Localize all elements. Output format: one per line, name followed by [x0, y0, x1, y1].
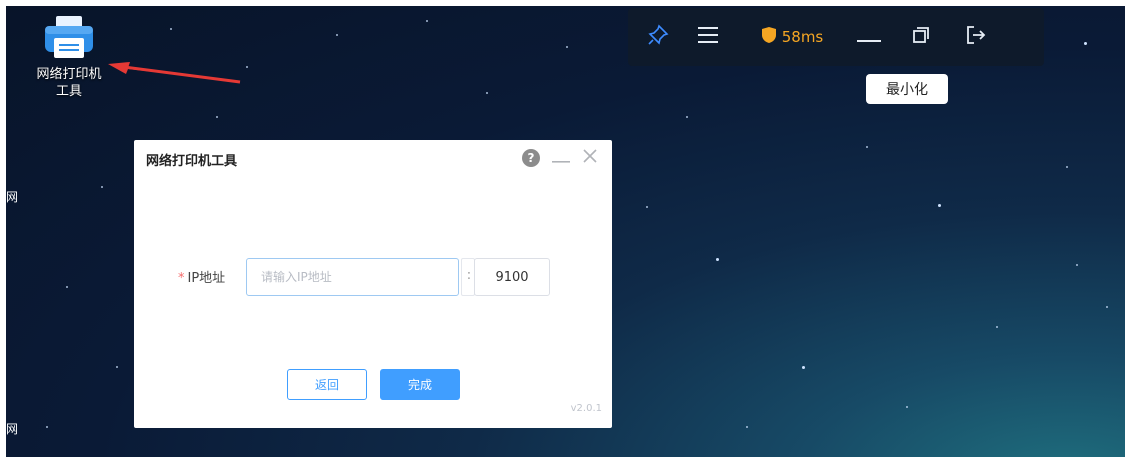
edge-label: 网 [6, 422, 19, 436]
star [646, 206, 648, 208]
star [216, 116, 218, 118]
desktop-icon-label-line1: 网络打印机 [36, 67, 102, 82]
star [1076, 264, 1078, 266]
ip-address-label-text: IP地址 [187, 271, 226, 286]
star [686, 116, 688, 118]
dialog-title: 网络打印机工具 [146, 154, 238, 169]
star [746, 426, 748, 428]
menu-icon [698, 26, 718, 48]
colon-separator: : [466, 268, 472, 283]
desktop-icon-label-line2: 工具 [55, 84, 82, 99]
ip-address-label: * IP地址 [178, 267, 225, 286]
star [46, 426, 48, 428]
version-label: v2.0.1 [570, 403, 602, 414]
pin-icon [647, 24, 669, 50]
star [116, 366, 118, 368]
star [426, 20, 428, 22]
pin-button[interactable] [646, 8, 670, 66]
star [170, 28, 172, 30]
desktop-icon-printer-tool[interactable]: 网络打印机 工具 [24, 14, 114, 100]
minimize-button[interactable] [854, 8, 884, 66]
dialog-controls: ? [522, 148, 598, 168]
printer-tool-dialog: 网络打印机工具 ? *IP地址 : 返回 完成 v2.0.1 [134, 140, 612, 428]
ip-address-input[interactable] [246, 258, 459, 296]
port-input[interactable] [474, 258, 550, 296]
star [716, 258, 719, 261]
minimize-icon [857, 28, 881, 47]
desktop-icon-label: 网络打印机 工具 [24, 66, 114, 100]
star [336, 34, 338, 36]
printer-icon [43, 14, 95, 62]
star [101, 186, 103, 188]
restore-icon [912, 26, 930, 48]
back-button[interactable]: 返回 [287, 369, 367, 400]
close-icon[interactable] [582, 148, 598, 168]
star [1106, 306, 1108, 308]
ping-value: 58ms [781, 28, 824, 46]
ping-indicator[interactable]: 58ms [752, 8, 832, 66]
exit-icon [965, 25, 987, 49]
star [996, 326, 998, 328]
edge-label: 网 [6, 190, 19, 204]
menu-button[interactable] [696, 8, 720, 66]
star [1084, 42, 1087, 45]
shield-icon [761, 26, 777, 48]
star [486, 92, 488, 94]
red-arrow-annotation [108, 62, 241, 84]
star [802, 366, 805, 369]
minimize-icon[interactable] [552, 149, 570, 168]
ip-address-row: *IP地址 : [134, 256, 612, 296]
remote-toolbar: 58ms [628, 8, 1044, 66]
done-button[interactable]: 完成 [380, 369, 460, 400]
star [1066, 166, 1068, 168]
help-icon[interactable]: ? [522, 149, 540, 167]
star [66, 286, 68, 288]
exit-button[interactable] [964, 8, 988, 66]
star [566, 46, 568, 48]
restore-button[interactable] [910, 8, 932, 66]
star [866, 146, 868, 148]
star [938, 204, 941, 207]
star [906, 406, 908, 408]
star [246, 66, 248, 68]
required-marker: * [178, 271, 185, 286]
minimize-tooltip: 最小化 [866, 74, 948, 104]
